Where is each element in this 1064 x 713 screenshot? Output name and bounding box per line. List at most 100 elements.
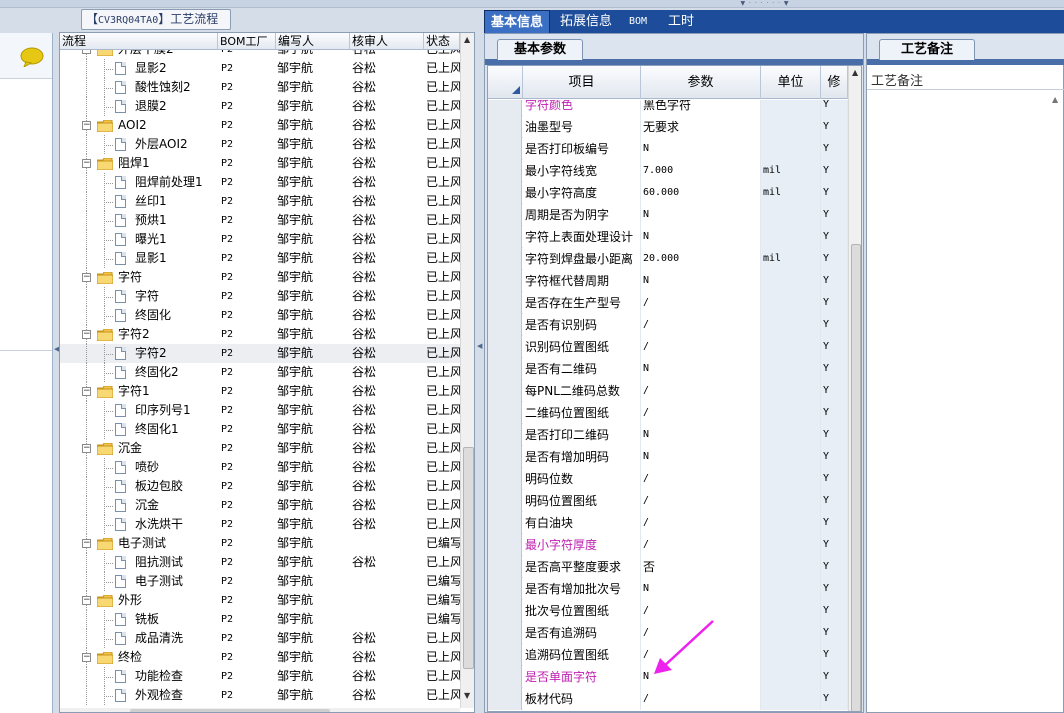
param-value-cell[interactable]: / [641, 314, 761, 336]
row-header[interactable] [488, 600, 522, 622]
tree-name-cell[interactable]: − 外形 [60, 591, 217, 610]
param-value-cell[interactable]: / [641, 336, 761, 358]
param-row[interactable]: 是否有二维码 N Y [488, 358, 848, 380]
tree-hscroll-thumb[interactable] [130, 709, 330, 712]
tree-name-cell[interactable]: 曝光1 [60, 230, 217, 249]
tree-name-cell[interactable]: − 外层干膜2 [60, 50, 217, 59]
chat-bubble-icon[interactable] [20, 47, 44, 67]
param-value-cell[interactable]: N [641, 446, 761, 468]
tree-name-cell[interactable]: 板边包胶 [60, 477, 217, 496]
param-row[interactable]: 是否有识别码 / Y [488, 314, 848, 336]
param-value-cell[interactable]: N [641, 226, 761, 248]
tab-basic-params[interactable]: 基本参数 [497, 39, 583, 60]
param-value-cell[interactable]: N [641, 270, 761, 292]
row-header[interactable] [488, 644, 522, 666]
tree-name-cell[interactable]: − 阻焊1 [60, 154, 217, 173]
param-row[interactable]: 明码位数 / Y [488, 468, 848, 490]
row-header[interactable] [488, 204, 522, 226]
tree-name-cell[interactable]: 印序列号1 [60, 401, 217, 420]
param-value-cell[interactable]: / [641, 534, 761, 556]
param-value-cell[interactable]: N [641, 204, 761, 226]
param-row[interactable]: 是否高平整度要求否 Y [488, 556, 848, 578]
param-row[interactable]: 板材代码 / Y [488, 688, 848, 710]
tree-name-cell[interactable]: 外观检查 [60, 686, 217, 705]
param-row[interactable]: 是否打印板编号 N Y [488, 138, 848, 160]
tab-basic-info[interactable]: 基本信息 [484, 10, 551, 33]
tree-name-cell[interactable]: 水洗烘干 [60, 515, 217, 534]
tree-name-cell[interactable]: 阻抗测试 [60, 553, 217, 572]
param-row[interactable]: 字符上表面处理设计 N Y [488, 226, 848, 248]
tree-name-cell[interactable]: 预烘1 [60, 211, 217, 230]
row-header[interactable] [488, 358, 522, 380]
row-header[interactable] [488, 116, 522, 138]
row-header[interactable] [488, 292, 522, 314]
scroll-up-icon[interactable]: ▲ [1052, 95, 1058, 104]
splitter-grip-icon[interactable]: ▼ · · · · · · ▼ [735, 1, 795, 7]
param-value-cell[interactable]: N [641, 578, 761, 600]
row-header[interactable] [488, 622, 522, 644]
param-row[interactable]: 批次号位置图纸 / Y [488, 600, 848, 622]
col-header-modify[interactable]: 修 [821, 66, 848, 99]
row-header[interactable] [488, 248, 522, 270]
tree-step-row[interactable]: 曝光1 P2 邹宇航 谷松 已上风 [60, 230, 460, 249]
col-header-bom[interactable]: BOM工厂 [218, 33, 276, 50]
tree-scroll-thumb[interactable] [463, 447, 474, 669]
tree-name-cell[interactable]: 喷砂 [60, 458, 217, 477]
param-row[interactable]: 最小字符高度 60.000 mil Y [488, 182, 848, 204]
row-header[interactable] [488, 100, 522, 116]
tree-name-cell[interactable]: 铣板 [60, 610, 217, 629]
tree-step-row[interactable]: 终固化1 P2 邹宇航 谷松 已上风 [60, 420, 460, 439]
param-value-cell[interactable]: / [641, 600, 761, 622]
param-value-cell[interactable]: N [641, 358, 761, 380]
tree-name-cell[interactable]: 功能检查 [60, 667, 217, 686]
tree-name-cell[interactable]: 终固化 [60, 306, 217, 325]
tree-name-cell[interactable]: 阻焊前处理1 [60, 173, 217, 192]
collapse-toggle-icon[interactable]: − [82, 596, 91, 605]
param-value-cell[interactable]: / [641, 688, 761, 710]
tree-name-cell[interactable]: 丝印1 [60, 192, 217, 211]
row-header[interactable] [488, 138, 522, 160]
tree-group-row[interactable]: − 电子测试 P2 邹宇航 已编写 [60, 534, 460, 553]
scroll-down-icon[interactable]: ▼ [464, 691, 470, 700]
param-value-cell[interactable]: / [641, 468, 761, 490]
process-title-tab[interactable]: 【CV3RQ04TA0】工艺流程 [81, 9, 231, 30]
row-header[interactable] [488, 556, 522, 578]
row-header[interactable] [488, 490, 522, 512]
notes-scrollbar[interactable]: ▲ [1049, 92, 1063, 712]
param-value-cell[interactable]: / [641, 512, 761, 534]
param-value-cell[interactable]: 60.000 [641, 182, 761, 204]
collapse-toggle-icon[interactable]: − [82, 273, 91, 282]
tree-step-row[interactable]: 外层AOI2 P2 邹宇航 谷松 已上风 [60, 135, 460, 154]
col-header-unit[interactable]: 单位 [761, 66, 821, 99]
tab-work-hours[interactable]: 工时 [662, 10, 700, 33]
param-value-cell[interactable]: N [641, 666, 761, 688]
collapse-toggle-icon[interactable]: − [82, 653, 91, 662]
tab-process-notes[interactable]: 工艺备注 [879, 39, 975, 60]
tree-name-cell[interactable]: − 字符 [60, 268, 217, 287]
tree-step-row[interactable]: 功能检查 P2 邹宇航 谷松 已上风 [60, 667, 460, 686]
tree-group-row[interactable]: − 外层干膜2 P2邹宇航谷松已上风 [60, 50, 460, 59]
row-header[interactable] [488, 578, 522, 600]
top-splitter[interactable]: ▼ · · · · · · ▼ [0, 0, 1064, 8]
row-header[interactable] [488, 160, 522, 182]
collapse-toggle-icon[interactable]: − [82, 539, 91, 548]
collapse-toggle-icon[interactable]: − [82, 121, 91, 130]
param-row[interactable]: 字符颜色 黑色字符 Y [488, 100, 848, 116]
tree-name-cell[interactable]: − 沉金 [60, 439, 217, 458]
param-value-cell[interactable]: 7.000 [641, 160, 761, 182]
collapse-mid-arrow-icon[interactable]: ◀ [477, 342, 482, 350]
row-header[interactable] [488, 512, 522, 534]
row-header[interactable] [488, 666, 522, 688]
tree-name-cell[interactable]: 电子测试 [60, 572, 217, 591]
tree-name-cell[interactable]: 酸性蚀刻2 [60, 78, 217, 97]
tree-name-cell[interactable]: 字符 [60, 287, 217, 306]
param-row[interactable]: 周期是否为阴字 N Y [488, 204, 848, 226]
collapse-toggle-icon[interactable]: − [82, 387, 91, 396]
param-row[interactable]: 追溯码位置图纸 / Y [488, 644, 848, 666]
tree-step-row[interactable]: 字符 P2 邹宇航 谷松 已上风 [60, 287, 460, 306]
row-header[interactable] [488, 534, 522, 556]
tree-step-row[interactable]: 印序列号1 P2 邹宇航 谷松 已上风 [60, 401, 460, 420]
param-row[interactable]: 是否有增加明码 N Y [488, 446, 848, 468]
tree-step-row[interactable]: 丝印1 P2 邹宇航 谷松 已上风 [60, 192, 460, 211]
param-value-cell[interactable]: / [641, 402, 761, 424]
